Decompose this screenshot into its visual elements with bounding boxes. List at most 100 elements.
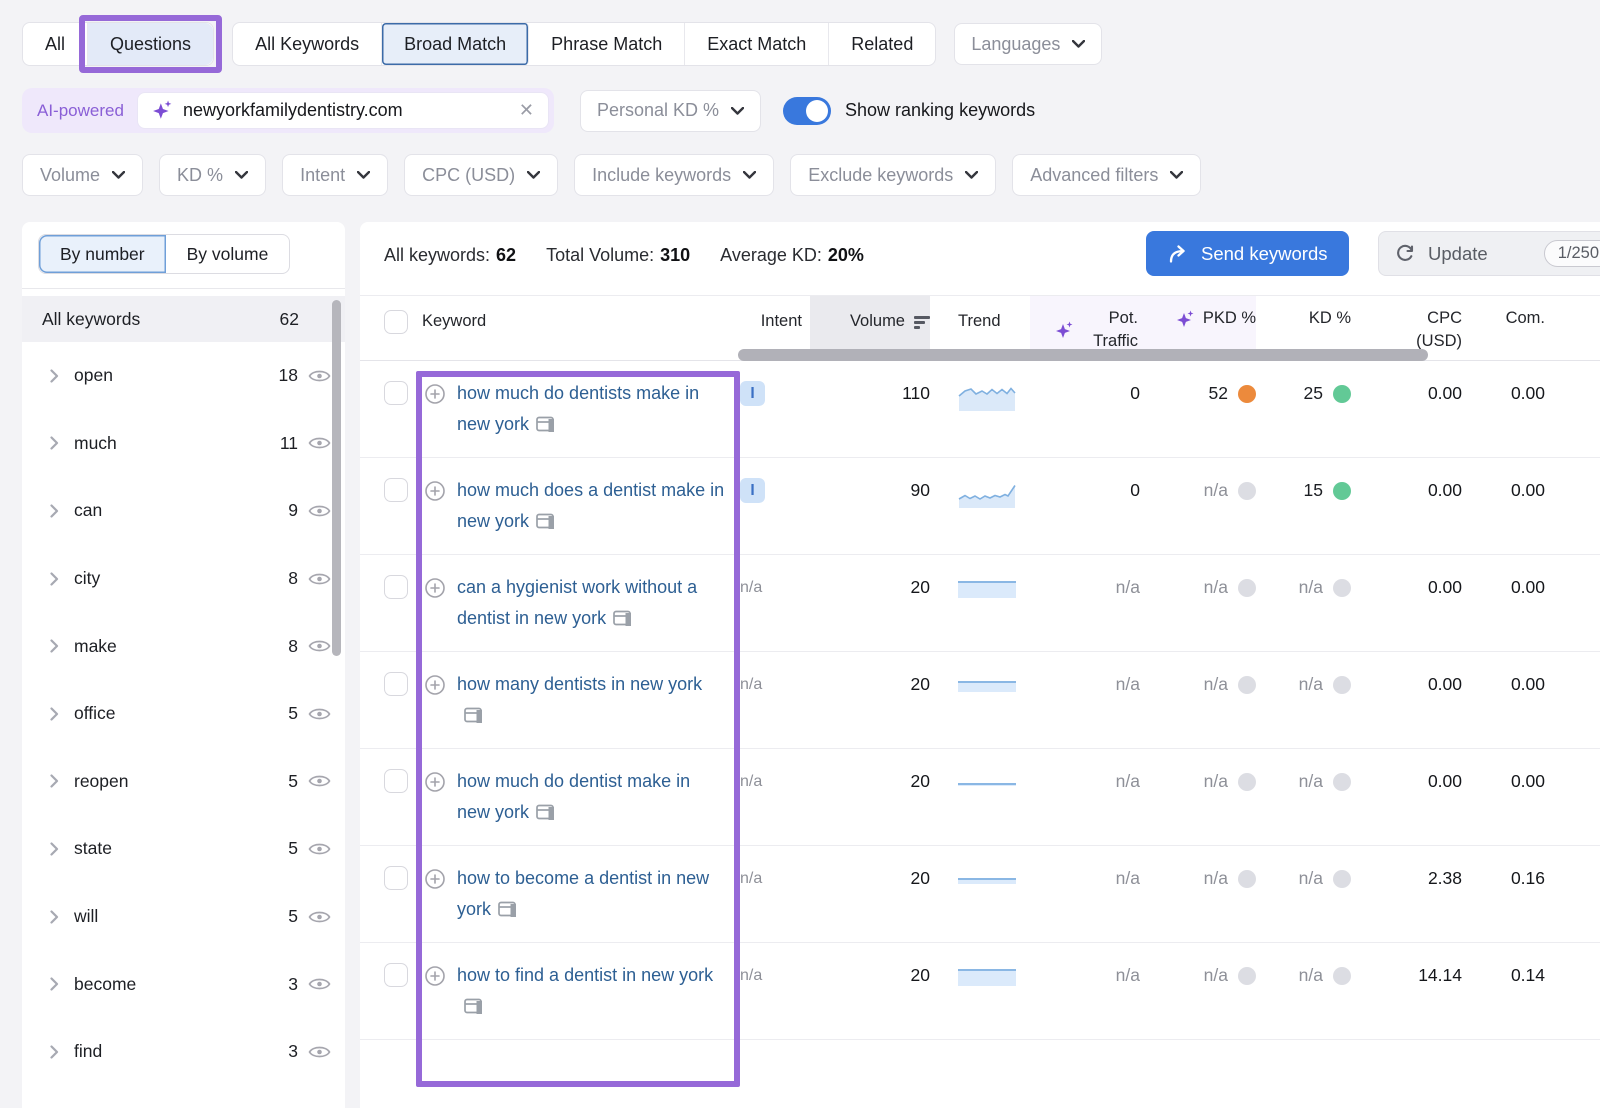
- cpc-filter[interactable]: CPC (USD): [404, 154, 558, 196]
- by-volume-button[interactable]: By volume: [166, 235, 290, 273]
- keyword-link[interactable]: how to find a dentist in new york: [457, 960, 726, 1022]
- tab-questions[interactable]: Questions: [88, 23, 213, 65]
- add-keyword-icon[interactable]: [422, 769, 448, 795]
- eye-icon[interactable]: [308, 368, 331, 384]
- serp-icon[interactable]: [536, 416, 554, 432]
- tab-all[interactable]: All: [23, 23, 88, 65]
- group-item-state[interactable]: state5: [22, 815, 345, 883]
- header-keyword[interactable]: Keyword: [420, 296, 740, 360]
- tab-phrase-match[interactable]: Phrase Match: [529, 23, 685, 65]
- search-query: newyorkfamilydentistry.com: [183, 100, 519, 121]
- update-button[interactable]: Update 1/250: [1378, 231, 1600, 276]
- keyword-link[interactable]: how much do dentist make in new york: [457, 766, 726, 828]
- group-item-become[interactable]: become3: [22, 950, 345, 1018]
- search-input[interactable]: newyorkfamilydentistry.com ✕: [137, 92, 549, 129]
- row-checkbox[interactable]: [384, 478, 408, 502]
- eye-icon[interactable]: [308, 841, 331, 857]
- cpc-value: 0.00: [1428, 383, 1462, 403]
- serp-icon[interactable]: [536, 804, 554, 820]
- add-keyword-icon[interactable]: [422, 575, 448, 601]
- row-checkbox[interactable]: [384, 575, 408, 599]
- cpc-value: 2.38: [1428, 868, 1462, 888]
- eye-icon[interactable]: [308, 435, 331, 451]
- row-checkbox[interactable]: [384, 672, 408, 696]
- add-keyword-icon[interactable]: [422, 672, 448, 698]
- volume-filter[interactable]: Volume: [22, 154, 143, 196]
- serp-icon[interactable]: [464, 707, 482, 723]
- row-checkbox[interactable]: [384, 381, 408, 405]
- group-item-office[interactable]: office5: [22, 680, 345, 748]
- show-ranking-keywords-toggle[interactable]: [783, 97, 831, 125]
- eye-icon[interactable]: [308, 503, 331, 519]
- group-item-make[interactable]: make8: [22, 612, 345, 680]
- select-all-checkbox[interactable]: [384, 310, 408, 334]
- pot-traffic-value: n/a: [1116, 868, 1140, 888]
- kd-filter[interactable]: KD %: [159, 154, 266, 196]
- eye-icon[interactable]: [308, 1044, 331, 1060]
- pkd-value: n/a: [1204, 771, 1228, 792]
- eye-icon[interactable]: [308, 773, 331, 789]
- pkd-dot: [1238, 967, 1256, 985]
- sidebar-scrollbar[interactable]: [332, 300, 341, 656]
- group-item-much[interactable]: much11: [22, 410, 345, 478]
- sort-segmented-control: By number By volume: [38, 234, 290, 274]
- group-item-open[interactable]: open18: [22, 342, 345, 410]
- keyword-link[interactable]: how to become a dentist in new york: [457, 863, 726, 925]
- add-keyword-icon[interactable]: [422, 478, 448, 504]
- cpc-value: 0.00: [1428, 674, 1462, 694]
- add-keyword-icon[interactable]: [422, 866, 448, 892]
- group-item-find[interactable]: find3: [22, 1018, 345, 1086]
- group-count: 5: [288, 838, 298, 859]
- com-value: 0.00: [1511, 383, 1545, 403]
- clear-search-icon[interactable]: ✕: [519, 100, 534, 121]
- group-label: can: [74, 500, 288, 521]
- send-keywords-button[interactable]: Send keywords: [1146, 231, 1349, 276]
- add-keyword-icon[interactable]: [422, 963, 448, 989]
- all-keywords-row[interactable]: All keywords 62: [22, 296, 345, 342]
- exclude-keywords-filter[interactable]: Exclude keywords: [790, 154, 996, 196]
- advanced-filters[interactable]: Advanced filters: [1012, 154, 1201, 196]
- pot-traffic-value: 0: [1130, 480, 1140, 500]
- eye-icon[interactable]: [308, 706, 331, 722]
- row-checkbox[interactable]: [384, 769, 408, 793]
- header-com[interactable]: Com.: [1462, 296, 1545, 360]
- group-item-city[interactable]: city8: [22, 545, 345, 613]
- eye-icon[interactable]: [308, 909, 331, 925]
- intent-value: n/a: [740, 868, 762, 942]
- serp-icon[interactable]: [498, 901, 516, 917]
- group-item-can[interactable]: can9: [22, 477, 345, 545]
- cpc-value: 0.00: [1428, 771, 1462, 791]
- eye-icon[interactable]: [308, 976, 331, 992]
- include-keywords-filter[interactable]: Include keywords: [574, 154, 774, 196]
- row-checkbox[interactable]: [384, 963, 408, 987]
- tab-all-keywords[interactable]: All Keywords: [233, 23, 382, 65]
- row-checkbox[interactable]: [384, 866, 408, 890]
- pot-traffic-value: n/a: [1116, 771, 1140, 791]
- languages-dropdown[interactable]: Languages: [954, 23, 1102, 65]
- group-label: open: [74, 365, 279, 386]
- eye-icon[interactable]: [308, 638, 331, 654]
- add-keyword-icon[interactable]: [422, 381, 448, 407]
- group-item-reopen[interactable]: reopen5: [22, 748, 345, 816]
- chevron-down-icon: [1072, 40, 1085, 48]
- personal-kd-dropdown[interactable]: Personal KD %: [580, 90, 761, 132]
- keyword-link[interactable]: how many dentists in new york: [457, 669, 726, 731]
- ai-powered-label: AI-powered: [37, 101, 124, 121]
- eye-icon[interactable]: [308, 571, 331, 587]
- intent-filter[interactable]: Intent: [282, 154, 388, 196]
- keyword-link[interactable]: how much do dentists make in new york: [457, 378, 726, 440]
- by-number-button[interactable]: By number: [39, 235, 166, 273]
- tab-exact-match[interactable]: Exact Match: [685, 23, 829, 65]
- serp-icon[interactable]: [464, 998, 482, 1014]
- table-row: how many dentists in new york n/a 20 n/a…: [360, 652, 1600, 749]
- group-item-will[interactable]: will5: [22, 883, 345, 951]
- horizontal-scrollbar[interactable]: [738, 349, 1428, 361]
- serp-icon[interactable]: [613, 610, 631, 626]
- keyword-link[interactable]: can a hygienist work without a dentist i…: [457, 572, 726, 634]
- tab-related[interactable]: Related: [829, 23, 935, 65]
- pkd-dot: [1238, 773, 1256, 791]
- serp-icon[interactable]: [536, 513, 554, 529]
- keyword-link[interactable]: how much does a dentist make in new york: [457, 475, 726, 537]
- filter-label: Intent: [300, 165, 345, 186]
- tab-broad-match[interactable]: Broad Match: [382, 23, 529, 65]
